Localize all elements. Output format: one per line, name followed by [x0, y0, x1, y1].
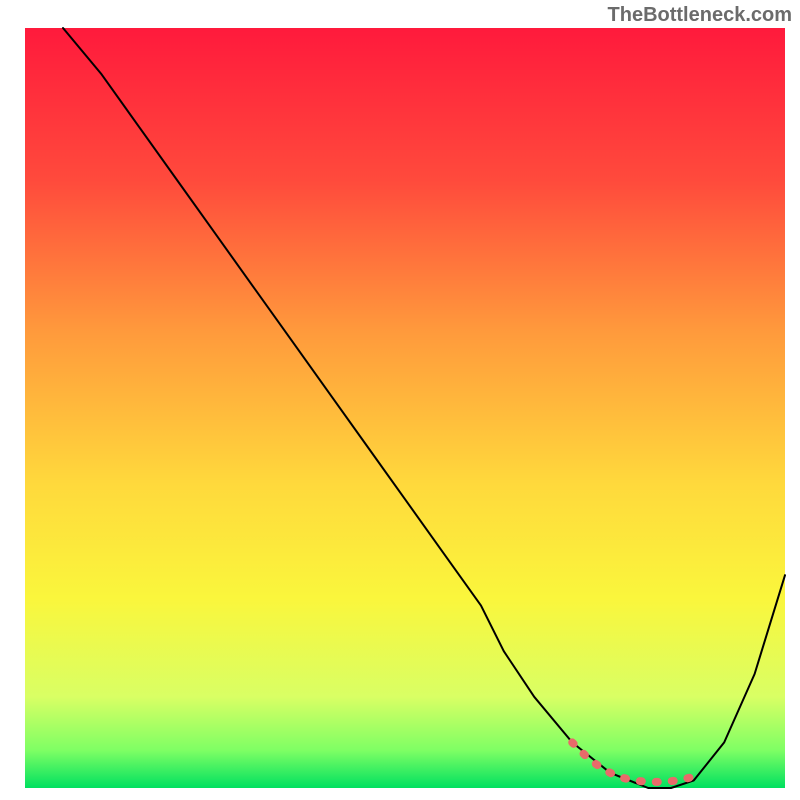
chart-stage: TheBottleneck.com: [0, 0, 800, 800]
bottleneck-chart: [0, 0, 800, 800]
gradient-background: [25, 28, 785, 788]
watermark-text: TheBottleneck.com: [608, 4, 792, 27]
